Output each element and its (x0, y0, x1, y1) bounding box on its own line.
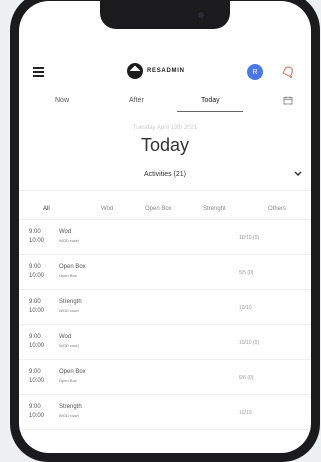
activity-title: Open Box (59, 264, 86, 270)
app-header: RESADMIN R (19, 61, 311, 85)
activity-capacity: 5/5 (0) (239, 270, 254, 276)
activity-capacity: 10/10 (239, 410, 252, 416)
page-title: Today (140, 135, 190, 155)
active-tab-underline (177, 111, 243, 112)
end-time: 10:00 (29, 378, 45, 384)
activity-title: Strength (59, 299, 82, 305)
start-time: 9:00 (29, 229, 41, 235)
filter-open-box[interactable]: Open Box (145, 206, 172, 212)
activity-title: Open Box (59, 369, 86, 375)
activity-row[interactable]: 9:00 10:00 Strength WOD court 10/10 (19, 395, 311, 430)
filter-all[interactable]: All (43, 206, 50, 212)
activity-location: WOD court (59, 308, 79, 313)
activity-capacity: 10/10 (239, 305, 252, 311)
start-time: 9:00 (29, 299, 41, 305)
logo-icon (127, 63, 143, 79)
avatar-initial: R (252, 68, 258, 76)
activity-capacity: 10/10 (0) (239, 340, 260, 346)
activity-filter-bar: All Wod Open Box Strenght Others (19, 190, 311, 220)
activity-row[interactable]: 9:00 10:00 Wod WOD court 10/10 (0) (19, 220, 311, 255)
start-time: 9:00 (29, 264, 41, 270)
activity-capacity: 10/10 (0) (239, 235, 260, 241)
activity-title: Wod (59, 334, 72, 340)
phone-frame: RESADMIN R Now After Today Tuesday April (10, 0, 320, 462)
filter-strength[interactable]: Strenght (203, 206, 226, 212)
activity-row[interactable]: 9:00 10:00 Open Box Open Box 5/5 (0) (19, 255, 311, 290)
calendar-icon[interactable] (283, 96, 293, 105)
app-screen: RESADMIN R Now After Today Tuesday April (19, 1, 311, 453)
end-time: 10:00 (29, 308, 45, 314)
filter-wod[interactable]: Wod (101, 206, 113, 212)
user-avatar[interactable]: R (247, 64, 263, 80)
logo-text: RESADMIN (147, 68, 185, 74)
end-time: 10:00 (29, 343, 45, 349)
end-time: 10:00 (29, 238, 45, 244)
start-time: 9:00 (29, 369, 41, 375)
date-subtitle: Tuesday April 13th 2021 (132, 125, 198, 131)
activity-row[interactable]: 9:00 10:00 Open Box Open Box 6/6 (0) (19, 360, 311, 395)
activity-location: Open Box (59, 378, 77, 383)
activity-location: WOD court (59, 343, 79, 348)
date-tabs: Now After Today (19, 96, 311, 117)
bell-icon[interactable] (280, 64, 296, 80)
app-logo: RESADMIN (127, 63, 185, 79)
activities-heading[interactable]: Activities (21) (19, 171, 311, 186)
phone-notch (100, 1, 230, 29)
activity-list: 9:00 10:00 Wod WOD court 10/10 (0) 9:00 … (19, 220, 311, 430)
activity-capacity: 6/6 (0) (239, 375, 254, 381)
activity-location: Open Box (59, 273, 77, 278)
menu-icon[interactable] (33, 67, 44, 77)
chevron-down-icon[interactable] (293, 169, 303, 179)
activity-row[interactable]: 9:00 10:00 Strength WOD court 10/10 (19, 290, 311, 325)
activity-location: WOD court (59, 238, 79, 243)
activity-title: Wod (59, 229, 72, 235)
end-time: 10:00 (29, 273, 45, 279)
activity-title: Strength (59, 404, 82, 410)
activity-row[interactable]: 9:00 10:00 Wod WOD court 10/10 (0) (19, 325, 311, 360)
tab-after[interactable]: After (129, 97, 144, 104)
end-time: 10:00 (29, 413, 45, 419)
start-time: 9:00 (29, 334, 41, 340)
filter-others[interactable]: Others (268, 206, 286, 212)
tab-now[interactable]: Now (55, 97, 69, 104)
camera-icon (198, 12, 204, 18)
start-time: 9:00 (29, 404, 41, 410)
tab-today[interactable]: Today (201, 97, 220, 104)
activities-count: Activities (21) (143, 171, 186, 178)
activity-location: WOD court (59, 413, 79, 418)
